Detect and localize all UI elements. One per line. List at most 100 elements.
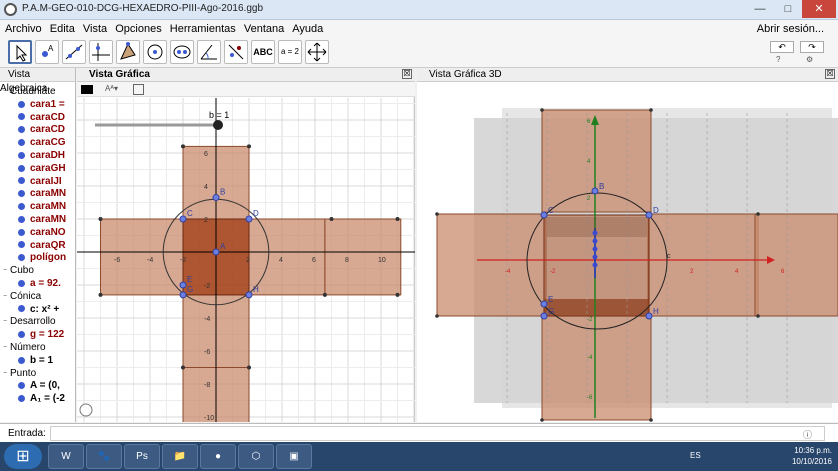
input-help-icon[interactable]: ⓘ: [803, 428, 812, 441]
3d-vertex-point[interactable]: [649, 108, 653, 112]
3d-point-C[interactable]: [540, 211, 548, 219]
text-style-icon[interactable]: Aᴬ▾: [105, 84, 118, 93]
undo-button[interactable]: ↶: [770, 41, 794, 53]
algebra-item[interactable]: cara1 =: [18, 98, 65, 111]
point-B[interactable]: [212, 194, 220, 202]
point-H[interactable]: [245, 291, 253, 299]
minimize-button[interactable]: —: [746, 0, 774, 18]
visibility-toggle-icon[interactable]: [18, 241, 25, 249]
visibility-toggle-icon[interactable]: [18, 395, 25, 403]
algebra-category[interactable]: − Cuadriláte: [3, 85, 56, 98]
collapse-icon[interactable]: −: [3, 341, 7, 354]
algebra-item[interactable]: caraNO: [18, 226, 66, 239]
algebra-item[interactable]: caraCD: [18, 123, 65, 136]
vertex-point[interactable]: [181, 144, 185, 149]
3d-vertex-point[interactable]: [435, 314, 439, 318]
play-icon[interactable]: [79, 403, 93, 417]
3d-point-B[interactable]: [591, 187, 599, 195]
signin-link[interactable]: Abrir sesión...: [757, 20, 824, 38]
3d-vertex-point[interactable]: [540, 418, 544, 422]
taskbar-app-window[interactable]: ▣: [276, 444, 312, 469]
language-indicator[interactable]: ES: [690, 451, 701, 460]
visibility-toggle-icon[interactable]: [18, 139, 25, 147]
3d-point-E[interactable]: [540, 300, 548, 308]
collapse-icon[interactable]: −: [3, 315, 7, 328]
perpendicular-tool[interactable]: [89, 40, 113, 64]
visibility-toggle-icon[interactable]: [18, 279, 25, 287]
3d-vertex-point[interactable]: [756, 314, 760, 318]
move-tool[interactable]: [8, 40, 32, 64]
menu-herramientas[interactable]: Herramientas: [170, 20, 236, 38]
text-tool[interactable]: ABC: [251, 40, 275, 64]
graphics-canvas[interactable]: -6 -4 -2 2 4 6 8 10 6 4 2 -2 -4 -6 -8 -10 b = 1 B C D G H E A: [77, 98, 415, 422]
3d-axis-point[interactable]: [592, 238, 598, 244]
line-tool[interactable]: [62, 40, 86, 64]
collapse-icon[interactable]: −: [3, 264, 7, 277]
move-view-tool[interactable]: [305, 40, 329, 64]
close-graphics-3d-icon[interactable]: ☒: [825, 69, 835, 79]
point-G[interactable]: [179, 291, 187, 299]
angle-tool[interactable]: [197, 40, 221, 64]
help-icon[interactable]: ?: [776, 55, 780, 64]
algebra-category[interactable]: − Cubo: [3, 264, 34, 277]
algebra-item[interactable]: g = 122: [18, 328, 64, 341]
algebra-category[interactable]: − Cónica: [3, 290, 41, 303]
point-E[interactable]: [179, 281, 187, 289]
close-button[interactable]: ✕: [802, 0, 836, 18]
vertex-point[interactable]: [395, 292, 400, 297]
collapse-icon[interactable]: −: [3, 367, 7, 380]
vertex-point[interactable]: [247, 144, 251, 149]
algebra-item[interactable]: caraQR: [18, 239, 66, 252]
taskbar-app-folder[interactable]: 📁: [162, 444, 198, 469]
3d-vertex-point[interactable]: [540, 108, 544, 112]
slider-handle[interactable]: [213, 120, 223, 130]
menu-vista[interactable]: Vista: [83, 20, 107, 38]
algebra-item[interactable]: A = (0,: [18, 379, 60, 392]
polygon-tool[interactable]: [116, 40, 140, 64]
menu-archivo[interactable]: Archivo: [5, 20, 42, 38]
start-button[interactable]: ⊞: [4, 444, 42, 469]
point-tool[interactable]: A: [35, 40, 59, 64]
maximize-button[interactable]: □: [774, 0, 802, 18]
algebra-item[interactable]: caraMN: [18, 187, 66, 200]
reflect-tool[interactable]: [224, 40, 248, 64]
visibility-toggle-icon[interactable]: [18, 203, 25, 211]
color-swatch[interactable]: [81, 85, 93, 94]
algebra-item[interactable]: caraCG: [18, 136, 66, 149]
visibility-toggle-icon[interactable]: [18, 356, 25, 364]
visibility-toggle-icon[interactable]: [18, 215, 25, 223]
taskbar-app-geogebra[interactable]: ⬡: [238, 444, 274, 469]
menu-opciones[interactable]: Opciones: [115, 20, 161, 38]
3d-point-H[interactable]: [645, 312, 653, 320]
close-graphics-icon[interactable]: ☒: [402, 69, 412, 79]
input-field[interactable]: [50, 426, 825, 441]
collapse-icon[interactable]: −: [3, 85, 7, 98]
visibility-toggle-icon[interactable]: [18, 100, 25, 108]
taskbar-app-chrome[interactable]: ●: [200, 444, 236, 469]
vertex-point[interactable]: [98, 292, 103, 297]
menu-ventana[interactable]: Ventana: [244, 20, 284, 38]
vertex-point[interactable]: [181, 365, 185, 370]
algebra-item[interactable]: c: x² +: [18, 303, 59, 316]
visibility-toggle-icon[interactable]: [18, 228, 25, 236]
taskbar-app-photoshop[interactable]: Ps: [124, 444, 160, 469]
visibility-toggle-icon[interactable]: [18, 254, 25, 262]
menu-ayuda[interactable]: Ayuda: [292, 20, 323, 38]
algebra-category[interactable]: − Desarrollo: [3, 315, 56, 328]
vertex-point[interactable]: [98, 217, 103, 221]
visibility-toggle-icon[interactable]: [18, 177, 25, 185]
vertex-point[interactable]: [247, 365, 251, 370]
visibility-toggle-icon[interactable]: [18, 190, 25, 198]
visibility-toggle-icon[interactable]: [18, 305, 25, 313]
vertex-point[interactable]: [395, 217, 400, 221]
visibility-toggle-icon[interactable]: [18, 113, 25, 121]
visibility-toggle-icon[interactable]: [18, 126, 25, 134]
vertex-point[interactable]: [329, 217, 334, 221]
ellipse-tool[interactable]: [170, 40, 194, 64]
3d-vertex-point[interactable]: [756, 212, 760, 216]
visibility-toggle-icon[interactable]: [18, 164, 25, 172]
vertex-point[interactable]: [322, 292, 327, 297]
point-D[interactable]: [245, 215, 253, 223]
algebra-item[interactable]: polígon: [18, 251, 66, 264]
algebra-item[interactable]: caraDH: [18, 149, 65, 162]
